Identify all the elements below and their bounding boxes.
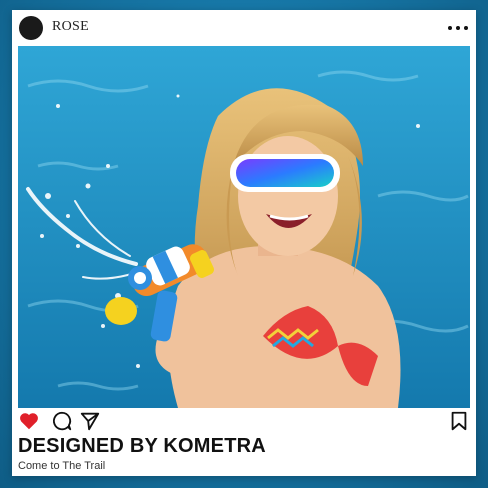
post-title: DESIGNED BY KOMETRA [18,435,266,457]
avatar[interactable] [19,16,43,40]
post-actions [12,408,476,434]
post-header: ROSE [12,10,476,46]
pool-photo-illustration [18,46,470,408]
heart-icon[interactable] [18,410,40,432]
comment-icon[interactable] [51,410,73,432]
send-icon[interactable] [79,410,101,432]
post-card: ROSE DESIGNED BY KOMETRA Come to The Tra… [12,10,476,476]
post-subtitle: Come to The Trail [18,460,106,472]
username[interactable]: ROSE [52,19,89,35]
more-dots-icon[interactable] [448,21,468,35]
bookmark-icon[interactable] [448,410,470,432]
post-photo[interactable] [18,46,470,408]
